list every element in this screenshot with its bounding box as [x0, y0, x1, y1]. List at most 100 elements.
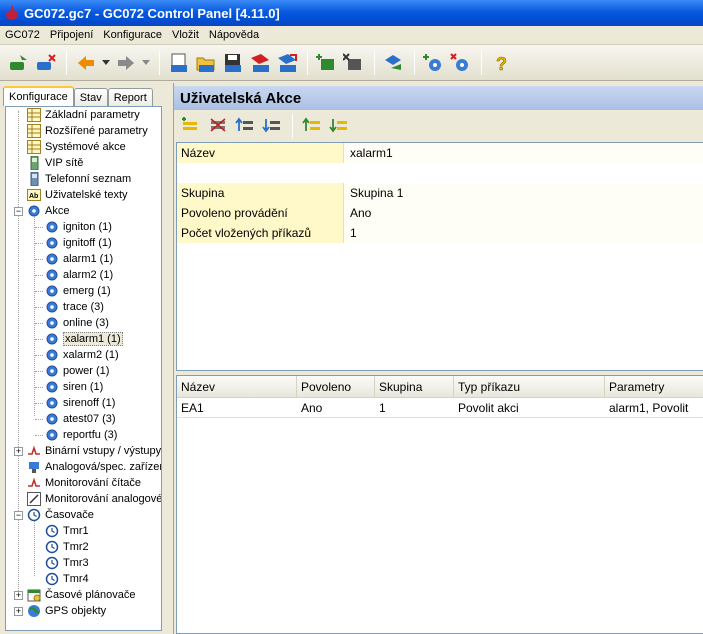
connect-button[interactable] — [6, 50, 32, 76]
delete-button[interactable] — [341, 50, 367, 76]
save-config-button[interactable] — [220, 50, 246, 76]
column-header-skupina[interactable]: Skupina — [375, 376, 454, 398]
prop-name-value[interactable]: xalarm1 — [343, 143, 703, 163]
tree-item-monitorovani-analogove[interactable]: Monitorování analogové — [26, 491, 161, 507]
forward-button[interactable] — [113, 50, 139, 76]
tree-item-tmr4[interactable]: Tmr4 — [44, 571, 89, 587]
open-config-button[interactable] — [193, 50, 219, 76]
read-config-button[interactable] — [247, 50, 273, 76]
move-down-button[interactable] — [259, 113, 285, 139]
sync-button[interactable] — [381, 50, 407, 76]
tree-item-label: Časovače — [45, 509, 94, 521]
tree-item-akce-entry[interactable]: xalarm1 (1) — [44, 331, 123, 347]
toolbar-separator — [292, 114, 293, 138]
collapse-toggle-akce[interactable]: − — [14, 207, 23, 216]
tree-item-monitorovani-citace[interactable]: Monitorování čítače — [26, 475, 141, 491]
table-icon — [26, 139, 42, 155]
tree-item-uzivatelske-texty[interactable]: Ab Uživatelské texty — [26, 187, 128, 203]
expand-toggle-binary[interactable]: + — [14, 447, 23, 456]
sort-down-button[interactable] — [326, 113, 352, 139]
tree-item-akce-entry[interactable]: igniton (1) — [44, 219, 112, 235]
tree-item-label: Tmr4 — [63, 573, 89, 585]
column-header-povoleno[interactable]: Povoleno — [297, 376, 375, 398]
tree-item-casove-planovace[interactable]: Časové plánovače — [26, 587, 136, 603]
menu-konfigurace[interactable]: Konfigurace — [98, 29, 167, 41]
write-config-button[interactable] — [274, 50, 300, 76]
chevron-down-icon — [142, 59, 150, 65]
tree-item-systemove-akce[interactable]: Systémové akce — [26, 139, 126, 155]
tree-item-label: Tmr1 — [63, 525, 89, 537]
tree-item-akce-entry[interactable]: online (3) — [44, 315, 109, 331]
column-header-parametry[interactable]: Parametry — [605, 376, 703, 398]
move-up-icon — [235, 117, 253, 131]
tree-item-akce-entry[interactable]: alarm2 (1) — [44, 267, 113, 283]
tree-item-gps-objekty[interactable]: GPS objekty — [26, 603, 106, 619]
tree-item-label: ignitoff (1) — [63, 237, 112, 249]
menu-gc072[interactable]: GC072 — [0, 29, 45, 41]
tree-item-akce-entry[interactable]: xalarm2 (1) — [44, 347, 119, 363]
insert-button[interactable] — [314, 50, 340, 76]
add-action-button[interactable] — [421, 50, 447, 76]
tree-item-akce-entry[interactable]: atest07 (3) — [44, 411, 116, 427]
back-button[interactable] — [73, 50, 99, 76]
globe-icon — [26, 603, 42, 619]
expand-toggle-planovace[interactable]: + — [14, 591, 23, 600]
help-button[interactable]: ? — [488, 50, 514, 76]
forward-dropdown[interactable] — [140, 50, 152, 76]
menu-vlozit[interactable]: Vložit — [167, 29, 204, 41]
sort-up-button[interactable] — [299, 113, 325, 139]
tree-item-label: Analogová/spec. zařízení — [45, 461, 162, 473]
property-grid: Název xalarm1 Skupina Skupina 1 Povoleno… — [176, 142, 703, 371]
tree-item-akce-entry[interactable]: alarm1 (1) — [44, 251, 113, 267]
column-header-nazev[interactable]: Název — [177, 376, 297, 398]
tree-item-tmr2[interactable]: Tmr2 — [44, 539, 89, 555]
tree-item-tmr1[interactable]: Tmr1 — [44, 523, 89, 539]
disconnect-button[interactable] — [33, 50, 59, 76]
delete-command-button[interactable] — [205, 113, 231, 139]
tree-item-casovace[interactable]: Časovače — [26, 507, 94, 523]
tree-item-tmr3[interactable]: Tmr3 — [44, 555, 89, 571]
timer-icon — [44, 539, 60, 555]
tree-item-binarni-vstupy[interactable]: Binární vstupy / výstupy — [26, 443, 161, 459]
remove-action-button[interactable] — [448, 50, 474, 76]
tab-stav[interactable]: Stav — [73, 88, 108, 106]
add-command-button[interactable] — [178, 113, 204, 139]
tree-item-label: Časové plánovače — [45, 589, 136, 601]
prop-name-label: Název — [177, 143, 343, 163]
tree-connector — [35, 275, 43, 276]
tree-item-zakladni-parametry[interactable]: Základní parametry — [26, 107, 140, 123]
prop-row-group: Skupina Skupina 1 — [177, 183, 703, 203]
add-command-icon — [182, 117, 197, 130]
menu-pripojeni[interactable]: Připojení — [45, 29, 98, 41]
tree-item-label: Tmr3 — [63, 557, 89, 569]
counter-icon — [26, 475, 42, 491]
tree-item-rozsirene-parametry[interactable]: Rozšířené parametry — [26, 123, 148, 139]
prop-group-value[interactable]: Skupina 1 — [343, 183, 703, 203]
tree-item-analogova-zarizeni[interactable]: Analogová/spec. zařízení — [26, 459, 162, 475]
tree-item-akce-entry[interactable]: trace (3) — [44, 299, 104, 315]
tree-item-label: Binární vstupy / výstupy — [45, 445, 162, 457]
tree-item-akce-entry[interactable]: power (1) — [44, 363, 109, 379]
expand-toggle-gps[interactable]: + — [14, 607, 23, 616]
tree-item-akce-entry[interactable]: emerg (1) — [44, 283, 111, 299]
tree-item-telefonni-seznam[interactable]: Telefonní seznam — [26, 171, 131, 187]
table-row[interactable]: EA1 Ano 1 Povolit akci alarm1, Povolit — [177, 398, 703, 418]
menu-napoveda[interactable]: Nápověda — [204, 29, 264, 41]
back-dropdown[interactable] — [100, 50, 112, 76]
collapse-toggle-casovace[interactable]: − — [14, 511, 23, 520]
tab-konfigurace[interactable]: Konfigurace — [3, 86, 74, 106]
column-header-typ-prikazu[interactable]: Typ příkazu — [454, 376, 605, 398]
tree-item-akce[interactable]: Akce — [26, 203, 69, 219]
cell-skupina: 1 — [379, 401, 386, 415]
prop-enabled-value[interactable]: Ano — [343, 203, 703, 223]
tree-item-vip-site[interactable]: VIP sítě — [26, 155, 83, 171]
tree-item-akce-entry[interactable]: siren (1) — [44, 379, 103, 395]
tree-item-akce-entry[interactable]: sirenoff (1) — [44, 395, 115, 411]
tab-report[interactable]: Report — [107, 88, 153, 106]
tree-item-label: Telefonní seznam — [45, 173, 132, 185]
new-config-button[interactable] — [166, 50, 192, 76]
tree-item-akce-entry[interactable]: ignitoff (1) — [44, 235, 112, 251]
prop-count-value: 1 — [343, 223, 703, 243]
move-up-button[interactable] — [232, 113, 258, 139]
tree-item-akce-entry[interactable]: reportfu (3) — [44, 427, 117, 443]
